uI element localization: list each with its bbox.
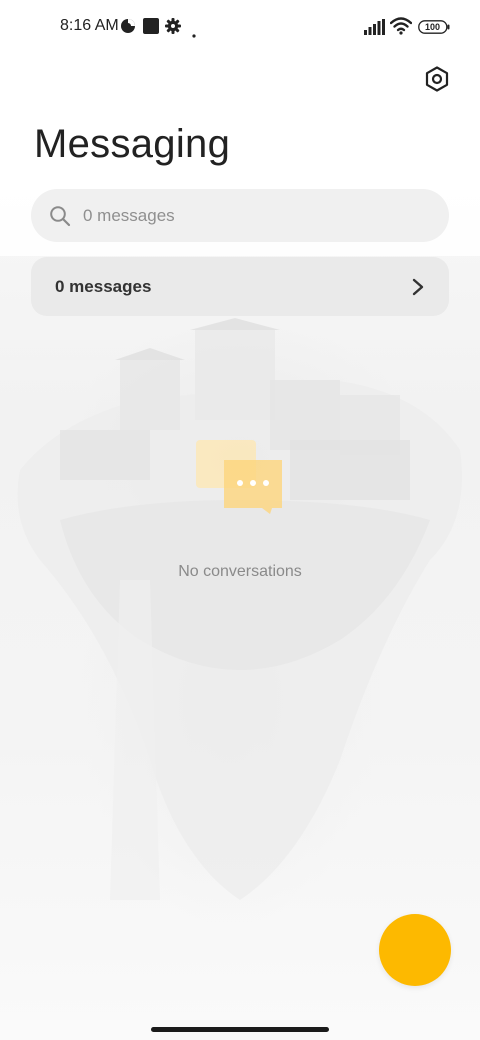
search-icon — [49, 205, 71, 227]
messages-row[interactable]: 0 messages — [31, 257, 449, 316]
settings-hexagon-icon — [424, 65, 450, 97]
search-bar[interactable]: 0 messages — [31, 189, 449, 242]
empty-state-text: No conversations — [178, 563, 302, 580]
signal-icon — [364, 19, 386, 40]
data-saver-icon — [120, 18, 136, 39]
wifi-icon — [389, 17, 413, 40]
battery-level: 100 — [424, 22, 441, 32]
search-placeholder: 0 messages — [83, 205, 175, 225]
dot-icon — [192, 25, 196, 43]
status-time: 8:16 AM — [60, 17, 119, 34]
square-notification-icon — [143, 18, 159, 39]
messages-row-label: 0 messages — [55, 276, 152, 296]
navigation-handle[interactable] — [151, 1027, 329, 1032]
page-title: Messaging — [34, 122, 231, 166]
new-message-button[interactable] — [379, 914, 451, 986]
settings-button[interactable] — [420, 64, 454, 98]
chevron-right-icon — [411, 278, 425, 296]
chat-bubbles-icon — [194, 438, 286, 516]
gear-notification-icon — [165, 18, 181, 39]
battery-icon: 100 — [418, 20, 450, 39]
status-bar: 8:16 AM 100 — [0, 0, 480, 56]
